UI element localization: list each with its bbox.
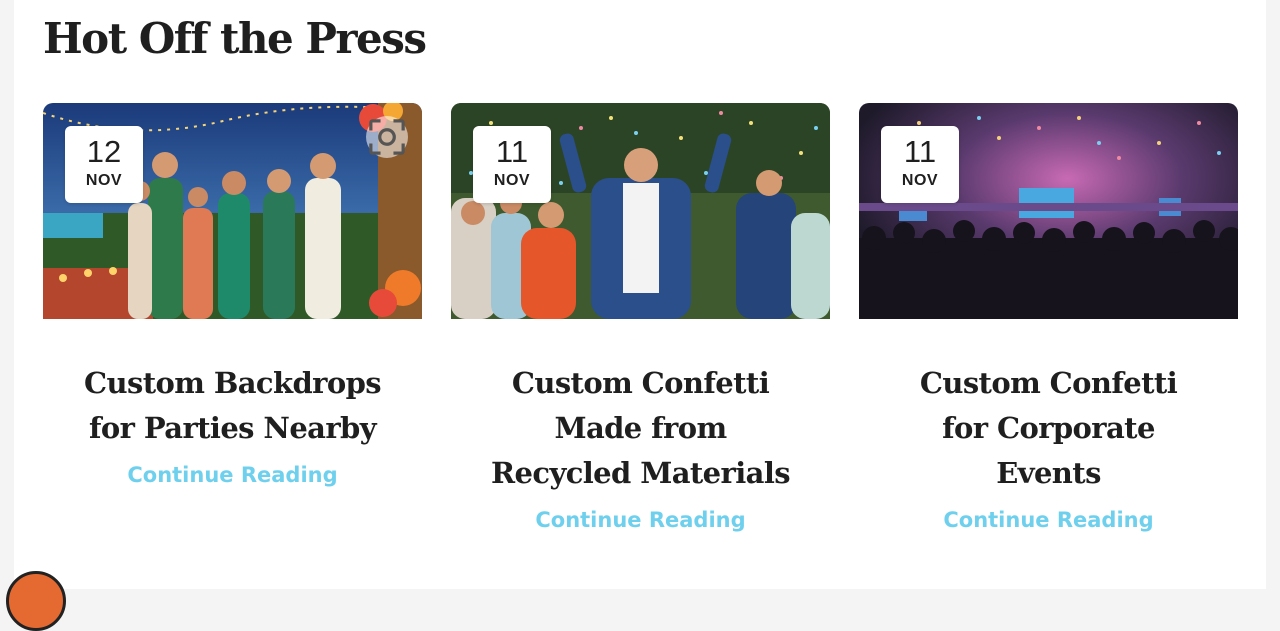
zoom-button[interactable]	[366, 116, 408, 158]
post-title[interactable]: Custom Confetti Made from Recycled Mater…	[451, 361, 830, 496]
post-image[interactable]: 11 NOV	[859, 103, 1238, 319]
continue-reading-link[interactable]: Continue Reading	[451, 508, 830, 532]
focus-icon	[369, 119, 405, 155]
post-card[interactable]: 12 NOV Custom Backdrops for Parties Near…	[43, 103, 422, 487]
continue-reading-link[interactable]: Continue Reading	[859, 508, 1238, 532]
post-image[interactable]: 11 NOV	[451, 103, 830, 319]
post-image[interactable]: 12 NOV	[43, 103, 422, 319]
date-month: NOV	[901, 172, 939, 189]
date-badge: 12 NOV	[65, 126, 143, 203]
date-day: 12	[86, 134, 122, 169]
date-day: 11	[495, 134, 529, 169]
date-month: NOV	[85, 172, 123, 189]
post-card[interactable]: 11 NOV Custom Confetti Made from Recycle…	[451, 103, 830, 532]
post-title[interactable]: Custom Confetti for Corporate Events	[859, 361, 1238, 496]
date-badge: 11 NOV	[881, 126, 959, 203]
continue-reading-link[interactable]: Continue Reading	[43, 463, 422, 487]
page: Hot Off the Press 12 NOV Custom Backdrop…	[14, 0, 1266, 589]
post-card[interactable]: 11 NOV Custom Confetti for Corporate Eve…	[859, 103, 1238, 532]
date-day: 11	[903, 134, 937, 169]
post-title[interactable]: Custom Backdrops for Parties Nearby	[43, 361, 422, 451]
date-badge: 11 NOV	[473, 126, 551, 203]
section-title: Hot Off the Press	[43, 14, 427, 63]
scroll-to-top-button[interactable]	[6, 571, 66, 631]
date-month: NOV	[493, 172, 531, 189]
